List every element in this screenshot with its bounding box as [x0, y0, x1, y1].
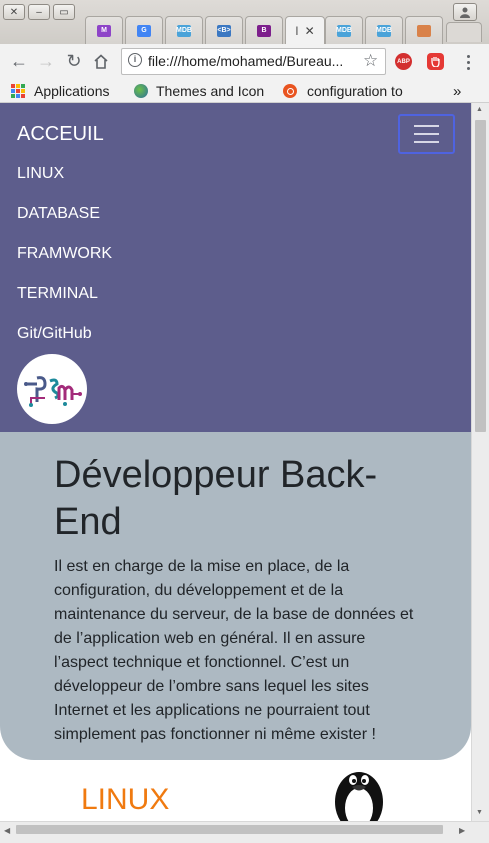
tab-cookie-favicon-icon [417, 24, 431, 37]
bookmark-label: configuration to [307, 83, 403, 99]
scroll-down-icon[interactable]: ▼ [476, 809, 483, 816]
reload-button[interactable]: ↻ [63, 50, 85, 72]
logo-icon [24, 376, 82, 407]
address-url[interactable]: file:///home/mohamed/Bureau... [148, 53, 343, 69]
forward-button[interactable]: → [35, 50, 57, 72]
home-button[interactable] [90, 50, 112, 72]
user-icon [460, 7, 470, 18]
tab-gmail[interactable]: M [85, 16, 123, 44]
hand-icon [431, 57, 440, 67]
tab-mdb-2[interactable]: MDB [325, 16, 363, 44]
nav-link-linux[interactable]: LINUX [17, 165, 64, 183]
extension-button[interactable] [427, 53, 444, 70]
bookmark-themes[interactable]: Themes and Icon [134, 82, 270, 100]
horizontal-scrollbar[interactable]: ◀ ▶ [0, 821, 489, 843]
minimize-icon: – [36, 6, 42, 18]
page-viewport: ACCEUIL LINUX DATABASE FRAMWORK TERMINAL… [0, 103, 471, 821]
hamburger-line-icon [414, 125, 439, 127]
browser-menu-button[interactable] [462, 52, 474, 72]
bookmark-configuration[interactable]: configuration to [283, 82, 420, 100]
maximize-icon: ▭ [59, 6, 69, 18]
minimize-window-button[interactable]: – [28, 4, 50, 20]
tab-google-favicon-icon: G [137, 24, 151, 37]
maximize-window-button[interactable]: ▭ [53, 4, 75, 20]
reload-icon: ↻ [66, 50, 82, 71]
tab-mdb-1[interactable]: MDB [165, 16, 203, 44]
tab-mdb-1-favicon-icon: MDB [176, 24, 192, 37]
section-title-linux: LINUX [81, 783, 170, 816]
back-button[interactable]: ← [8, 50, 30, 72]
tab-mdb-3-favicon-icon: MDB [376, 24, 392, 37]
apps-grid-icon [11, 84, 25, 98]
menu-dot-icon [466, 60, 470, 64]
adblock-label: ABP [397, 58, 410, 65]
tab-active[interactable]: I ✕ [285, 16, 325, 45]
vertical-scrollbar[interactable]: ▲ ▼ [471, 103, 489, 821]
vertical-scroll-thumb[interactable] [475, 120, 486, 432]
adblock-extension-button[interactable]: ABP [395, 53, 412, 70]
bookmark-label: Themes and Icon [156, 83, 265, 99]
tux-icon [335, 772, 383, 821]
hero-jumbotron: Développeur Back-End Il est en charge de… [0, 432, 471, 760]
bookmarks-overflow-button[interactable]: » [453, 82, 461, 100]
tab-active-label: I [295, 24, 299, 38]
site-logo[interactable] [17, 354, 87, 424]
tab-mdb-3[interactable]: MDB [365, 16, 403, 44]
menu-dot-icon [466, 66, 470, 70]
close-icon: ✕ [9, 6, 19, 18]
tux-penguin-image [330, 764, 388, 821]
arrow-right-icon: → [37, 50, 55, 71]
info-icon[interactable]: i [128, 53, 142, 67]
tab-bootstrap-2[interactable]: B [245, 16, 283, 44]
menu-dot-icon [466, 54, 470, 58]
tab-mdb-2-favicon-icon: MDB [336, 24, 352, 37]
hamburger-line-icon [414, 133, 439, 135]
hamburger-line-icon [414, 141, 439, 143]
tab-bootstrap-2-favicon-icon: B [257, 24, 271, 37]
profile-button[interactable] [453, 3, 477, 21]
bookmark-applications[interactable]: Applications [11, 82, 123, 100]
horizontal-scroll-thumb[interactable] [16, 825, 443, 834]
hero-text: Il est en charge de la mise en place, de… [54, 558, 414, 743]
home-icon [94, 53, 108, 69]
bookmark-label: Applications [34, 83, 110, 99]
scroll-right-icon[interactable]: ▶ [459, 826, 465, 835]
tab-google[interactable]: G [125, 16, 163, 44]
tab-gmail-favicon-icon: M [97, 24, 111, 37]
star-icon[interactable]: ☆ [363, 51, 378, 71]
navbar-brand[interactable]: ACCEUIL [17, 123, 104, 146]
tab-bootstrap-1-favicon-icon: <B> [217, 24, 231, 37]
scroll-up-icon[interactable]: ▲ [476, 106, 483, 113]
new-tab-button[interactable] [446, 22, 482, 42]
tab-bootstrap-1[interactable]: <B> [205, 16, 243, 44]
site-navbar: ACCEUIL LINUX DATABASE FRAMWORK TERMINAL… [0, 103, 471, 432]
arrow-left-icon: ← [10, 50, 28, 71]
close-window-button[interactable]: ✕ [3, 4, 25, 20]
scroll-left-icon[interactable]: ◀ [4, 826, 10, 835]
address-bar[interactable]: i file:///home/mohamed/Bureau... ☆ [121, 48, 386, 75]
nav-link-terminal[interactable]: TERMINAL [17, 285, 98, 303]
nav-link-framwork[interactable]: FRAMWORK [17, 245, 112, 263]
ubuntu-icon [283, 84, 297, 98]
hero-title: Développeur Back-End [54, 454, 378, 543]
tab-close-icon[interactable]: ✕ [305, 24, 315, 38]
nav-link-github[interactable]: Git/GitHub [17, 325, 92, 343]
nav-link-database[interactable]: DATABASE [17, 205, 100, 223]
themes-favicon-icon [134, 84, 148, 98]
tab-cookie[interactable] [405, 16, 443, 44]
navbar-toggler-button[interactable] [398, 114, 455, 154]
